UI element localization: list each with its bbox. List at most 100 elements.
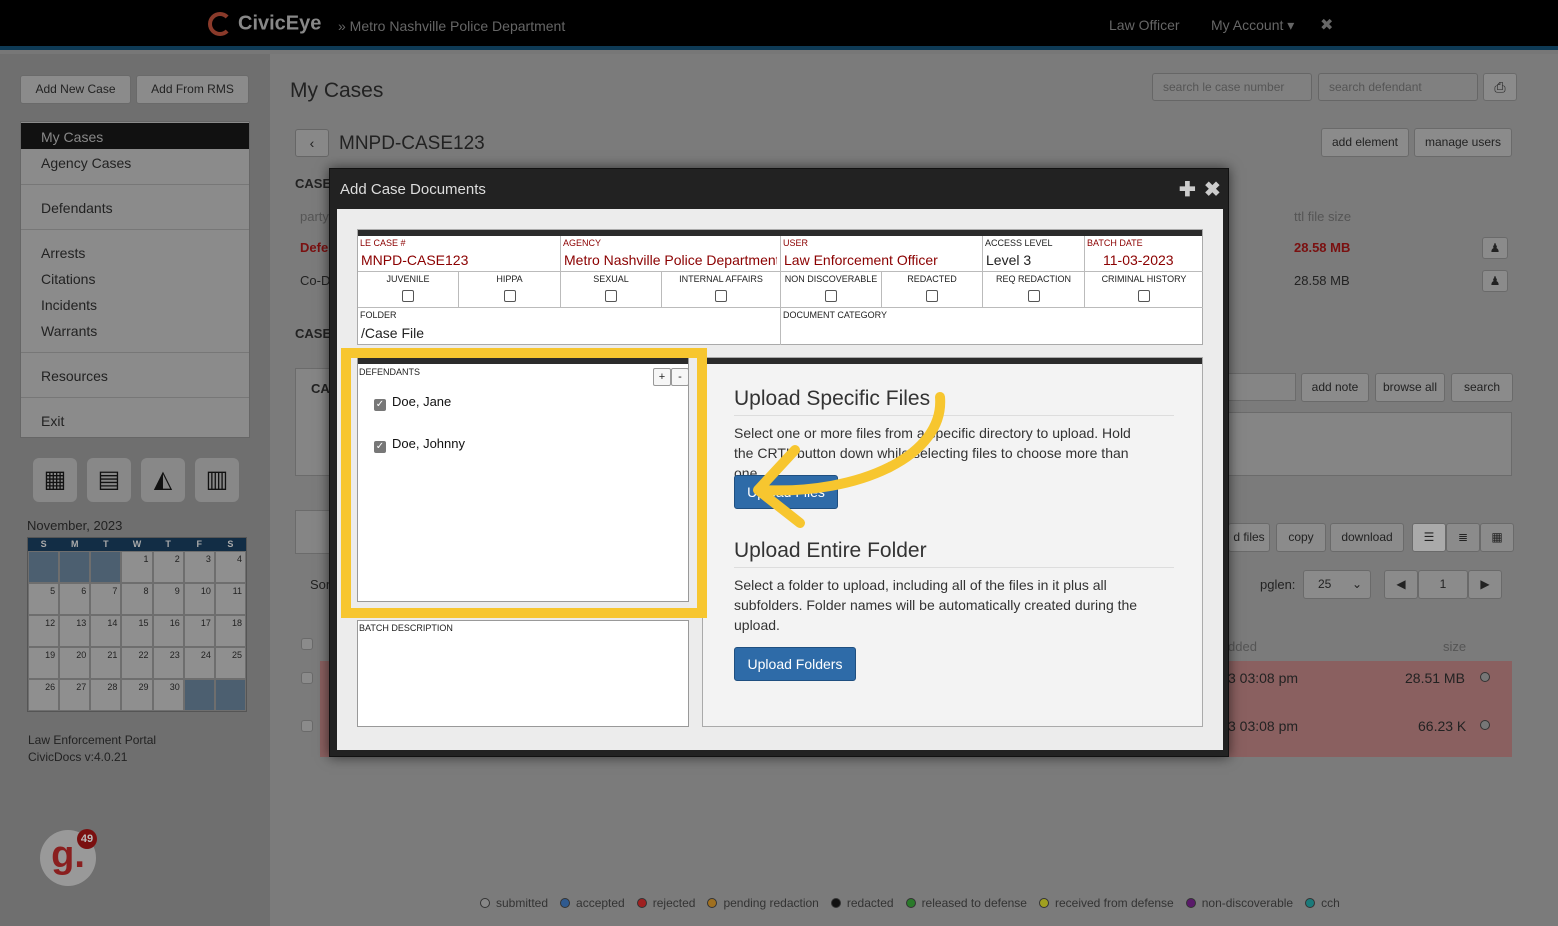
calendar-month: November, 2023 <box>27 518 123 533</box>
calendar-day[interactable]: 13 <box>59 615 91 647</box>
add-files-button[interactable]: d files <box>1228 523 1270 552</box>
calendar-day[interactable]: 16 <box>152 615 184 647</box>
expand-plus-icon[interactable]: ✚ <box>1179 177 1196 202</box>
internal-affairs-checkbox[interactable] <box>715 290 727 302</box>
calendar-day[interactable]: 17 <box>183 615 215 647</box>
row-checkbox[interactable] <box>301 672 313 684</box>
weekday: F <box>196 539 203 549</box>
calendar-day[interactable]: 25 <box>214 647 246 679</box>
law-officer-link[interactable]: Law Officer <box>1109 17 1180 33</box>
calendar-day[interactable]: 3 <box>183 551 215 583</box>
column-header: dded <box>1228 639 1257 654</box>
calendar-day[interactable]: 7 <box>90 583 122 615</box>
folder-field[interactable]: FOLDER /Case File <box>358 308 781 345</box>
search-button[interactable]: search <box>1451 373 1513 402</box>
calendar-day[interactable]: 30 <box>152 679 184 711</box>
user-icon[interactable]: ♟ <box>1482 237 1508 259</box>
calendar-day[interactable]: 22 <box>121 647 153 679</box>
calendar-day[interactable]: 28 <box>90 679 122 711</box>
criminal-history-checkbox[interactable] <box>1138 290 1150 302</box>
legend-item: pending redaction <box>707 896 824 910</box>
sidebar-item-agency-cases[interactable]: Agency Cases <box>21 149 249 175</box>
calendar-day[interactable]: 26 <box>28 679 60 711</box>
page-length-select[interactable]: 25 ⌄ <box>1303 570 1371 599</box>
user-icon[interactable]: ♟ <box>1482 270 1508 292</box>
sidebar-item-incidents[interactable]: Incidents <box>21 291 249 317</box>
calendar-day[interactable]: 2 <box>152 551 184 583</box>
add-element-button[interactable]: add element <box>1321 128 1409 157</box>
note-input[interactable] <box>1228 373 1296 401</box>
calendar-day[interactable]: 20 <box>59 647 91 679</box>
sidebar-item-defendants[interactable]: Defendants <box>21 194 249 220</box>
sidebar-item-arrests[interactable]: Arrests <box>21 239 249 265</box>
sidebar-item-resources[interactable]: Resources <box>21 362 249 388</box>
list-view-icon[interactable]: ☰ <box>1412 523 1446 552</box>
calendar-day[interactable]: 12 <box>28 615 60 647</box>
book-icon[interactable]: ▥ <box>195 458 239 502</box>
prev-page-icon[interactable]: ◀ <box>1384 570 1418 599</box>
upload-folders-button[interactable]: Upload Folders <box>734 647 856 681</box>
calendar-day[interactable]: 14 <box>90 615 122 647</box>
calendar-day[interactable]: 19 <box>28 647 60 679</box>
calendar-day[interactable]: 23 <box>152 647 184 679</box>
close-icon[interactable]: ✖ <box>1204 177 1221 202</box>
calendar-day[interactable]: 18 <box>214 615 246 647</box>
sexual-checkbox[interactable] <box>605 290 617 302</box>
search-case-number-input[interactable]: search le case number <box>1152 73 1312 101</box>
sidebar-item-warrants[interactable]: Warrants <box>21 317 249 343</box>
batch-description-field[interactable]: BATCH DESCRIPTION <box>357 620 689 727</box>
search-defendant-input[interactable]: search defendant <box>1318 73 1478 101</box>
legend-item: received from defense <box>1038 896 1180 910</box>
calendar-day[interactable]: 5 <box>28 583 60 615</box>
redacted-checkbox[interactable] <box>926 290 938 302</box>
calendar-day[interactable]: 29 <box>121 679 153 711</box>
calendar-day[interactable]: 4 <box>214 551 246 583</box>
sidebar-item-my-cases[interactable]: My Cases <box>21 123 249 149</box>
status-dot <box>1038 898 1049 908</box>
civiceye-logo[interactable]: CivicEye <box>208 12 321 36</box>
hippa-checkbox[interactable] <box>503 290 516 302</box>
calendar-day[interactable]: 10 <box>183 583 215 615</box>
document-category-field[interactable]: DOCUMENT CATEGORY <box>781 308 1203 345</box>
download-button[interactable]: download <box>1330 523 1404 552</box>
calendar-empty-day <box>183 679 215 711</box>
map-icon[interactable]: ◭ <box>141 458 185 502</box>
print-icon[interactable]: ⎙ <box>1483 73 1517 101</box>
juvenile-checkbox[interactable] <box>402 290 414 302</box>
page-number-input[interactable]: 1 <box>1418 570 1468 599</box>
copy-button[interactable]: copy <box>1276 523 1326 552</box>
calendar-day[interactable]: 24 <box>183 647 215 679</box>
sidebar-item-exit[interactable]: Exit <box>21 407 249 433</box>
add-from-rms-button[interactable]: Add From RMS <box>136 75 249 104</box>
status-dot <box>1185 898 1196 908</box>
batch-date-field[interactable]: BATCH DATE 11-03-2023 <box>1085 236 1203 272</box>
criminal-history-checkbox-cell: CRIMINAL HISTORY <box>1085 272 1203 308</box>
legend-label: rejected <box>652 896 696 910</box>
calendar-day[interactable]: 6 <box>59 583 91 615</box>
calendar-day[interactable]: 1 <box>121 551 153 583</box>
sidebar-item-citations[interactable]: Citations <box>21 265 249 291</box>
row-checkbox[interactable] <box>301 720 313 732</box>
status-dot <box>905 898 916 908</box>
calculator-icon[interactable]: ▦ <box>33 458 77 502</box>
calendar-day[interactable]: 21 <box>90 647 122 679</box>
add-new-case-button[interactable]: Add New Case <box>20 75 131 104</box>
detail-view-icon[interactable]: ≣ <box>1446 523 1480 552</box>
calendar-day[interactable]: 15 <box>121 615 153 647</box>
add-note-button[interactable]: add note <box>1301 373 1369 402</box>
req-redaction-checkbox[interactable] <box>1027 290 1040 302</box>
close-icon[interactable]: ✖ <box>1320 15 1333 35</box>
back-chevron-icon[interactable]: ‹ <box>295 129 329 157</box>
calendar-day[interactable]: 9 <box>152 583 184 615</box>
calendar-icon[interactable]: ▤ <box>87 458 131 502</box>
my-account-menu[interactable]: My Account ▾ <box>1211 17 1294 34</box>
calendar-day[interactable]: 8 <box>121 583 153 615</box>
select-all-checkbox[interactable] <box>301 638 313 650</box>
non-discoverable-checkbox[interactable] <box>825 290 837 302</box>
browse-all-button[interactable]: browse all <box>1375 373 1445 402</box>
next-page-icon[interactable]: ▶ <box>1468 570 1502 599</box>
calendar-day[interactable]: 11 <box>214 583 246 615</box>
manage-users-button[interactable]: manage users <box>1414 128 1512 157</box>
grid-view-icon[interactable]: ▦ <box>1480 523 1514 552</box>
calendar-day[interactable]: 27 <box>59 679 91 711</box>
